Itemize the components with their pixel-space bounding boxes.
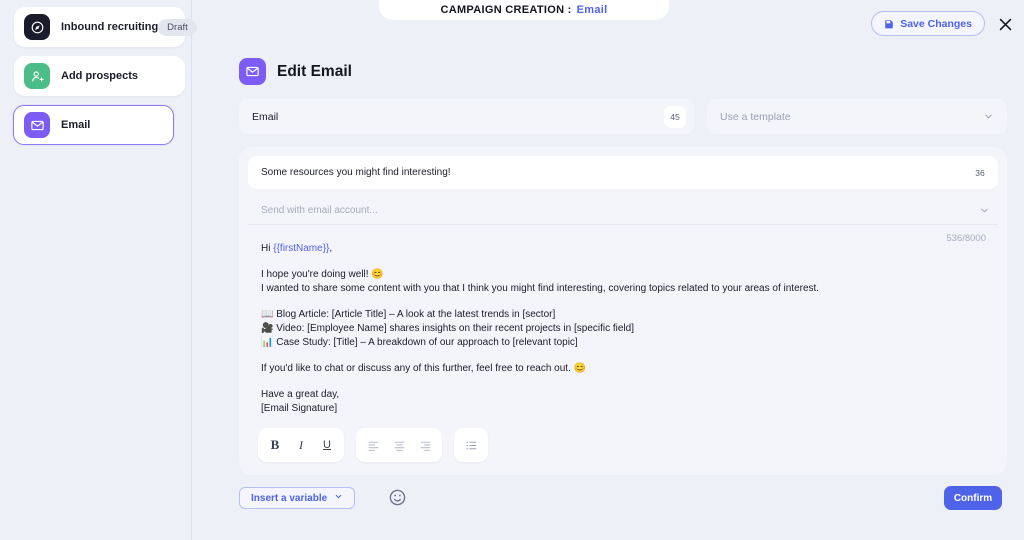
chevron-down-icon [983, 111, 994, 122]
subject-value: Some resources you might find interestin… [261, 167, 451, 178]
sidebar: Inbound recruiting Draft Add prospects E… [0, 0, 197, 540]
body-line-1: I hope you're doing well! 😊 [261, 269, 384, 280]
email-name-char-badge: 45 [664, 105, 686, 128]
envelope-icon [24, 112, 50, 138]
email-body-editor[interactable]: Hi {{firstName}}, I hope you're doing we… [248, 242, 998, 416]
insert-variable-label: Insert a variable [251, 492, 328, 504]
bullet-list-icon[interactable] [458, 432, 484, 458]
sidebar-item-add-prospects[interactable]: Add prospects [14, 56, 185, 96]
align-left-icon[interactable] [360, 432, 386, 458]
confirm-button[interactable]: Confirm [944, 486, 1002, 510]
email-name-input[interactable]: Email 45 [239, 99, 694, 134]
body-bullet-2: 🎥 Video: [Employee Name] shares insights… [261, 323, 634, 334]
body-closing: If you'd like to chat or discuss any of … [261, 363, 587, 374]
variable-token: {{firstName}} [273, 243, 330, 254]
body-greeting: Hi {{firstName}}, [261, 242, 985, 256]
app-root: CAMPAIGN CREATION : Email Save Changes I… [0, 0, 1024, 540]
template-placeholder: Use a template [720, 110, 791, 123]
chevron-down-icon [979, 205, 990, 216]
email-account-select[interactable]: Send with email account... [248, 197, 998, 225]
email-name-value: Email [252, 110, 279, 123]
sidebar-item-label: Email [61, 119, 91, 131]
insert-variable-button[interactable]: Insert a variable [239, 487, 356, 509]
list-group [454, 428, 488, 462]
greeting-suffix: , [329, 243, 333, 254]
align-center-icon[interactable] [386, 432, 412, 458]
subject-char-badge: 36 [969, 161, 991, 184]
status-badge: Draft [158, 18, 197, 36]
sidebar-item-label: Inbound recruiting [61, 21, 159, 33]
body-line-2: I wanted to share some content with you … [261, 283, 820, 294]
italic-button[interactable]: I [288, 432, 314, 458]
rocket-icon [24, 14, 50, 40]
body-bullet-1: 📖 Blog Article: [Article Title] – A look… [261, 309, 556, 320]
email-account-placeholder: Send with email account... [261, 205, 378, 216]
text-style-group: B I U [258, 428, 344, 462]
envelope-icon [239, 58, 266, 85]
sidebar-item-inbound-recruiting[interactable]: Inbound recruiting Draft [14, 7, 197, 47]
formatting-toolbar: B I U [258, 428, 488, 462]
underline-button[interactable]: U [314, 432, 340, 458]
emoji-picker-icon[interactable] [388, 488, 407, 507]
email-editor-panel: Some resources you might find interestin… [239, 147, 1007, 475]
align-right-icon[interactable] [412, 432, 438, 458]
add-person-icon [24, 63, 50, 89]
template-select[interactable]: Use a template [707, 99, 1007, 134]
page-title-row: Edit Email [239, 58, 352, 85]
body-signoff-2: [Email Signature] [261, 403, 338, 414]
subject-input[interactable]: Some resources you might find interestin… [248, 156, 998, 189]
sidebar-item-label: Add prospects [61, 70, 139, 82]
sidebar-item-email[interactable]: Email [13, 105, 174, 145]
bold-button[interactable]: B [262, 432, 288, 458]
main-content: Edit Email Email 45 Use a template Some … [192, 0, 1024, 540]
fields-row: Email 45 Use a template [239, 99, 1007, 134]
body-bullet-3: 📊 Case Study: [Title] – A breakdown of o… [261, 337, 578, 348]
alignment-group [356, 428, 442, 462]
chevron-down-icon [334, 492, 343, 504]
greeting-prefix: Hi [261, 243, 274, 254]
page-title: Edit Email [277, 62, 352, 80]
body-signoff-1: Have a great day, [261, 389, 340, 400]
